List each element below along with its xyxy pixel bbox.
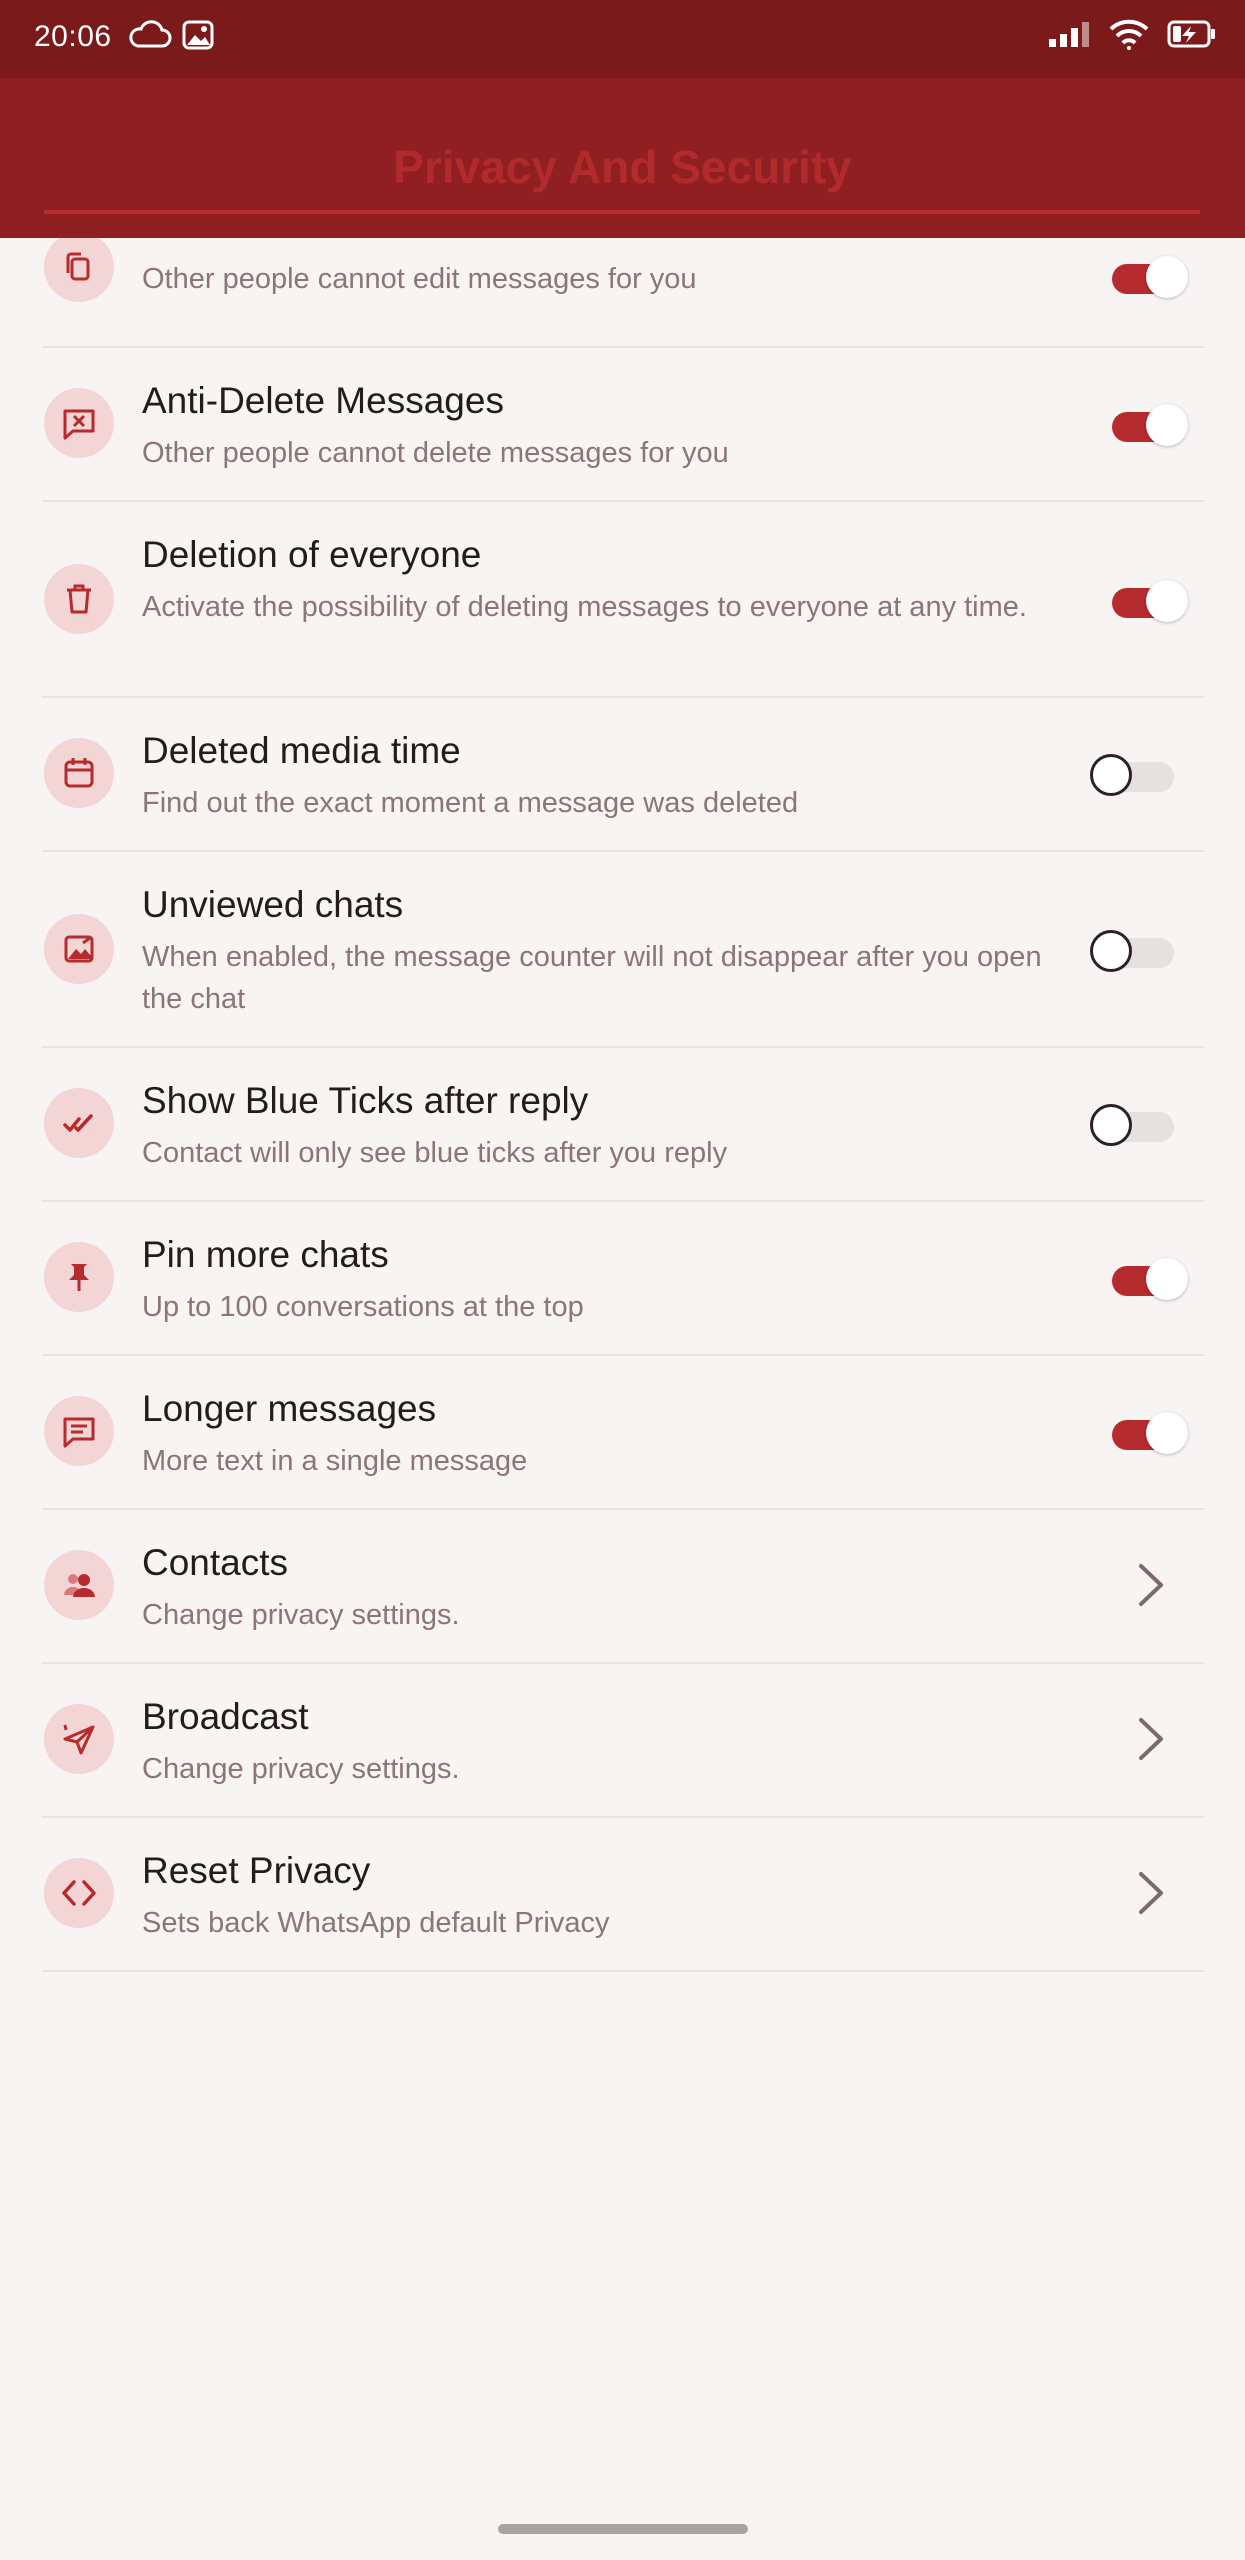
list-item[interactable]: Contacts Change privacy settings. xyxy=(0,1510,1245,1664)
divider xyxy=(42,1970,1204,1972)
item-title: Deletion of everyone xyxy=(142,534,482,575)
double-check-icon xyxy=(44,1088,114,1158)
item-title: Pin more chats xyxy=(142,1234,389,1275)
status-time: 20:06 xyxy=(34,20,112,53)
people-icon xyxy=(44,1550,114,1620)
item-description: Contact will only see blue ticks after y… xyxy=(142,1137,728,1169)
toggle-switch[interactable] xyxy=(1102,580,1192,622)
list-item[interactable]: Other people cannot edit messages for yo… xyxy=(0,238,1245,348)
item-description: Other people cannot delete messages for … xyxy=(142,437,729,469)
list-item[interactable]: Deleted media time Find out the exact mo… xyxy=(0,698,1245,852)
toggle-switch[interactable] xyxy=(1090,754,1180,796)
item-description: Find out the exact moment a message was … xyxy=(142,787,799,819)
settings-list: Other people cannot edit messages for yo… xyxy=(0,238,1245,2560)
title-underline xyxy=(44,210,1200,214)
trash-icon xyxy=(44,564,114,634)
item-title: Anti-Delete Messages xyxy=(142,380,504,421)
item-title: Longer messages xyxy=(142,1388,437,1429)
item-title: Reset Privacy xyxy=(142,1850,371,1891)
list-item[interactable]: Pin more chats Up to 100 conversations a… xyxy=(0,1202,1245,1356)
copy-icon xyxy=(44,238,114,302)
toggle-switch[interactable] xyxy=(1102,1258,1192,1300)
pin-icon xyxy=(44,1242,114,1312)
item-description: Change privacy settings. xyxy=(142,1753,460,1785)
app-bar: Privacy And Security xyxy=(0,78,1245,238)
item-description: Up to 100 conversations at the top xyxy=(142,1291,584,1323)
toggle-switch[interactable] xyxy=(1102,1412,1192,1454)
message-text-icon xyxy=(44,1396,114,1466)
toggle-switch[interactable] xyxy=(1090,1104,1180,1146)
toggle-switch[interactable] xyxy=(1102,404,1192,446)
image-icon xyxy=(44,914,114,984)
status-right-icons xyxy=(1047,18,1217,55)
page-title: Privacy And Security xyxy=(393,141,852,193)
battery-icon xyxy=(1167,19,1217,54)
item-title: Contacts xyxy=(142,1542,289,1583)
item-title: Unviewed chats xyxy=(142,884,404,925)
item-description: Change privacy settings. xyxy=(142,1599,460,1631)
item-description: When enabled, the message counter will n… xyxy=(142,941,1042,1015)
list-item[interactable]: Reset Privacy Sets back WhatsApp default… xyxy=(0,1818,1245,1972)
item-title: Broadcast xyxy=(142,1696,309,1737)
list-item[interactable]: Unviewed chats When enabled, the message… xyxy=(0,852,1245,1048)
send-icon xyxy=(44,1704,114,1774)
item-title: Deleted media time xyxy=(142,730,461,771)
chevron-right-icon[interactable] xyxy=(1133,1716,1167,1762)
item-description: Other people cannot edit messages for yo… xyxy=(142,263,697,295)
chevron-right-icon[interactable] xyxy=(1133,1870,1167,1916)
list-item[interactable]: Deletion of everyone Activate the possib… xyxy=(0,502,1245,698)
item-description: Activate the possibility of deleting mes… xyxy=(142,591,1027,623)
toggle-switch[interactable] xyxy=(1102,256,1192,298)
status-bar: 20:06 xyxy=(0,0,1245,78)
gallery-icon xyxy=(182,20,214,55)
status-left-icons xyxy=(128,20,214,55)
cloud-icon xyxy=(128,20,172,55)
toggle-switch[interactable] xyxy=(1090,930,1180,972)
list-item[interactable]: Broadcast Change privacy settings. xyxy=(0,1664,1245,1818)
calendar-icon xyxy=(44,738,114,808)
list-item[interactable]: Anti-Delete Messages Other people cannot… xyxy=(0,348,1245,502)
home-indicator[interactable] xyxy=(498,2524,748,2534)
list-item[interactable]: Longer messages More text in a single me… xyxy=(0,1356,1245,1510)
message-x-icon xyxy=(44,388,114,458)
item-title: Show Blue Ticks after reply xyxy=(142,1080,589,1121)
item-description: More text in a single message xyxy=(142,1445,528,1477)
chevron-right-icon[interactable] xyxy=(1133,1562,1167,1608)
signal-icon xyxy=(1047,19,1091,54)
code-icon xyxy=(44,1858,114,1928)
wifi-icon xyxy=(1109,18,1149,55)
item-description: Sets back WhatsApp default Privacy xyxy=(142,1907,610,1939)
list-item[interactable]: Show Blue Ticks after reply Contact will… xyxy=(0,1048,1245,1202)
